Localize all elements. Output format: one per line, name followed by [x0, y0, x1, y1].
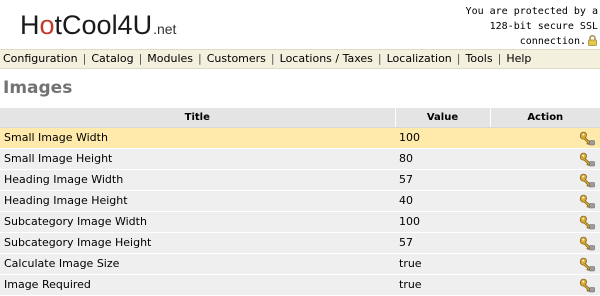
cell-title: Heading Image Height [0, 190, 395, 212]
lock-icon [587, 35, 598, 46]
table-row[interactable]: Small Image Width 100 [0, 127, 600, 149]
ssl-line-3: connection. [519, 36, 586, 47]
nav-separator: | [138, 52, 143, 65]
cell-action [490, 127, 600, 149]
cell-value: 100 [395, 127, 490, 149]
nav-separator: | [198, 52, 202, 65]
logo-text: HotCool4U [20, 10, 153, 40]
cell-value: 40 [395, 190, 490, 212]
nav-separator: | [497, 52, 502, 65]
nav-item-configuration[interactable]: Configuration [3, 52, 78, 65]
cell-title: Image Required [0, 274, 395, 296]
nav-separator: | [456, 52, 461, 65]
cell-value: true [395, 253, 490, 275]
cell-value: true [395, 274, 490, 296]
cell-title: Subcategory Image Height [0, 232, 395, 254]
edit-icon[interactable] [578, 151, 596, 167]
cell-value: 80 [395, 148, 490, 170]
edit-icon[interactable] [578, 130, 596, 146]
nav-item-customers[interactable]: Customers [207, 52, 266, 65]
nav-item-modules[interactable]: Modules [147, 52, 193, 65]
cell-action [490, 169, 600, 191]
cell-value: 57 [395, 169, 490, 191]
cell-title: Calculate Image Size [0, 253, 395, 275]
edit-icon[interactable] [578, 172, 596, 188]
cell-action [490, 148, 600, 170]
nav-separator: | [270, 52, 275, 65]
column-header-value: Value [395, 108, 491, 128]
edit-icon[interactable] [578, 214, 596, 230]
cell-title: Subcategory Image Width [0, 211, 395, 233]
table-row[interactable]: Heading Image Width 57 [0, 169, 600, 191]
cell-action [490, 211, 600, 233]
edit-icon[interactable] [578, 256, 596, 272]
cell-title: Small Image Width [0, 127, 395, 149]
nav-item-tools[interactable]: Tools [466, 52, 493, 65]
ssl-notice: You are protected by a 128-bit secure SS… [458, 4, 598, 49]
header: HotCool4U.net You are protected by a 128… [0, 0, 600, 48]
nav-separator: | [377, 52, 382, 65]
cell-action [490, 274, 600, 296]
table-row[interactable]: Subcategory Image Height 57 [0, 232, 600, 254]
table-row[interactable]: Calculate Image Size true [0, 253, 600, 275]
table-row[interactable]: Image Required true [0, 274, 600, 296]
nav-item-catalog[interactable]: Catalog [91, 52, 133, 65]
ssl-line-1: You are protected by a [465, 6, 598, 17]
edit-icon[interactable] [578, 277, 596, 293]
nav-item-locations-taxes[interactable]: Locations / Taxes [280, 52, 373, 65]
table-row[interactable]: Subcategory Image Width 100 [0, 211, 600, 233]
table-header-row: Title Value Action [0, 108, 600, 128]
nav-item-help[interactable]: Help [506, 52, 531, 65]
page-title: Images [3, 78, 73, 98]
table-row[interactable]: Heading Image Height 40 [0, 190, 600, 212]
cell-title: Small Image Height [0, 148, 395, 170]
cell-action [490, 232, 600, 254]
main-nav: Configuration | Catalog | Modules | Customers |… [0, 49, 600, 69]
cell-value: 57 [395, 232, 490, 254]
nav-separator: | [82, 52, 87, 65]
ssl-line-2: 128-bit secure SSL [489, 21, 598, 32]
nav-item-localization[interactable]: Localization [387, 52, 452, 65]
site-logo[interactable]: HotCool4U.net [20, 10, 176, 41]
ssl-line-3-wrap: connection. [458, 34, 598, 49]
column-header-action: Action [490, 108, 600, 128]
configuration-table: Title Value Action Small Image Width 100 S… [0, 108, 600, 296]
cell-action [490, 253, 600, 275]
logo-suffix: .net [153, 21, 177, 37]
table-row[interactable]: Small Image Height 80 [0, 148, 600, 170]
cell-title: Heading Image Width [0, 169, 395, 191]
cell-action [490, 190, 600, 212]
column-header-title: Title [0, 108, 396, 128]
cell-value: 100 [395, 211, 490, 233]
edit-icon[interactable] [578, 235, 596, 251]
edit-icon[interactable] [578, 193, 596, 209]
